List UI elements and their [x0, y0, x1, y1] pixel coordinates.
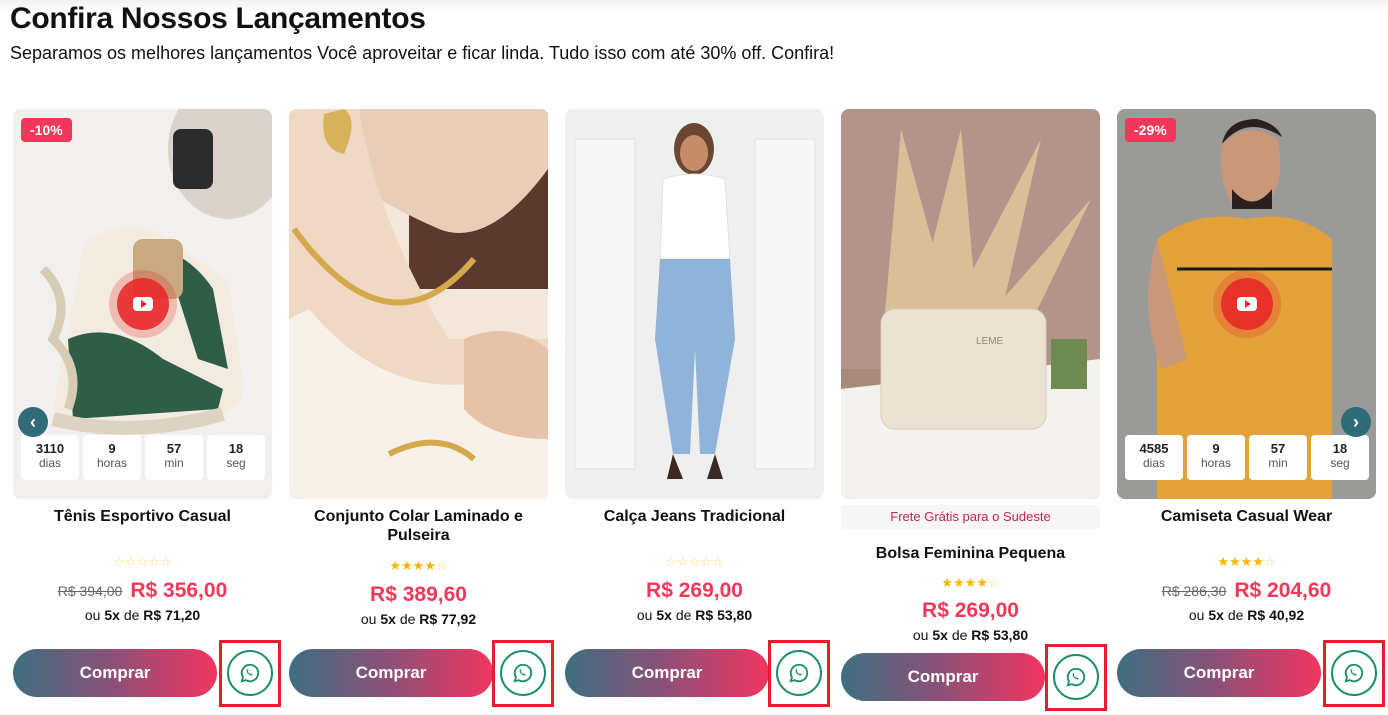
product-image[interactable]: -29% 4585 dias 9 horas 57 min 18 seg ›: [1117, 109, 1376, 499]
countdown-days: 3110 dias: [21, 435, 79, 480]
installments: ou 5x de R$ 77,92: [360, 611, 477, 627]
price-row: R$ 286,30 R$ 204,60: [1117, 579, 1376, 603]
shipping-badge: Frete Grátis para o Sudeste: [841, 505, 1100, 529]
product-name[interactable]: Conjunto Colar Laminado e Pulseira: [289, 507, 548, 545]
buy-button[interactable]: Comprar: [1117, 649, 1321, 697]
price-row: R$ 389,60: [289, 583, 548, 607]
whatsapp-highlight: [492, 640, 554, 707]
installments: ou 5x de R$ 53,80: [636, 607, 753, 623]
rating-stars: ★★★★☆: [1217, 554, 1276, 569]
discount-badge: -29%: [1125, 118, 1176, 142]
product-image[interactable]: LEME: [841, 109, 1100, 499]
whatsapp-highlight: [219, 640, 281, 707]
rating-stars: ☆☆☆☆☆: [113, 554, 172, 569]
product-card: -29% 4585 dias 9 horas 57 min 18 seg › Camis…: [1117, 109, 1385, 715]
countdown-timer: 4585 dias 9 horas 57 min 18 seg: [1125, 435, 1369, 480]
product-image[interactable]: [289, 109, 548, 499]
rating-stars: ★★★★☆: [941, 575, 1000, 590]
chevron-right-icon[interactable]: ›: [1341, 407, 1371, 437]
rating-stars: ☆☆☆☆☆: [665, 554, 724, 569]
buy-button[interactable]: Comprar: [565, 649, 769, 697]
product-name[interactable]: Tênis Esportivo Casual: [13, 507, 272, 526]
discount-badge: -10%: [21, 118, 72, 142]
installments: ou 5x de R$ 40,92: [1188, 607, 1305, 623]
play-video-icon[interactable]: [1221, 278, 1273, 330]
play-video-icon[interactable]: [117, 278, 169, 330]
rating-stars: ★★★★☆: [389, 558, 448, 573]
countdown-hours: 9 horas: [1187, 435, 1245, 480]
buy-button[interactable]: Comprar: [289, 649, 493, 697]
countdown-seconds: 18 seg: [1311, 435, 1369, 480]
whatsapp-icon[interactable]: [500, 650, 546, 696]
old-price: R$ 286,30: [1161, 583, 1227, 599]
product-card: Calça Jeans Tradicional ☆☆☆☆☆ R$ 269,00 …: [565, 109, 830, 715]
product-name[interactable]: Calça Jeans Tradicional: [565, 507, 824, 526]
installments: ou 5x de R$ 71,20: [84, 607, 201, 623]
countdown-hours: 9 horas: [83, 435, 141, 480]
product-name[interactable]: Camiseta Casual Wear: [1117, 507, 1376, 526]
current-price: R$ 269,00: [922, 599, 1019, 622]
product-card: Conjunto Colar Laminado e Pulseira ★★★★☆…: [289, 109, 554, 715]
whatsapp-icon[interactable]: [1053, 654, 1099, 700]
whatsapp-highlight: [1323, 640, 1385, 707]
whatsapp-icon[interactable]: [1331, 650, 1377, 696]
price-row: R$ 269,00: [841, 599, 1100, 623]
whatsapp-highlight: [1045, 644, 1107, 711]
price-row: R$ 269,00: [565, 579, 824, 603]
current-price: R$ 204,60: [1234, 579, 1332, 602]
product-image[interactable]: -10% 3110 dias 9 horas 57 min 18 seg ‹: [13, 109, 272, 499]
buy-button[interactable]: Comprar: [13, 649, 217, 697]
svg-text:LEME: LEME: [976, 336, 1004, 347]
whatsapp-highlight: [768, 640, 830, 707]
chevron-left-icon[interactable]: ‹: [18, 407, 48, 437]
product-name[interactable]: Bolsa Feminina Pequena: [841, 544, 1100, 563]
installments: ou 5x de R$ 53,80: [912, 627, 1029, 643]
section-title: Confira Nossos Lançamentos: [10, 2, 426, 35]
old-price: R$ 394,00: [57, 583, 123, 599]
whatsapp-icon[interactable]: [227, 650, 273, 696]
product-card: LEME Frete Grátis para o Sudeste Bolsa F…: [841, 109, 1107, 715]
current-price: R$ 269,00: [646, 579, 743, 602]
current-price: R$ 356,00: [130, 579, 228, 602]
countdown-timer: 3110 dias 9 horas 57 min 18 seg: [21, 435, 265, 480]
product-card: -10% 3110 dias 9 horas 57 min 18 seg ‹ Tênis…: [13, 109, 281, 715]
whatsapp-icon[interactable]: [776, 650, 822, 696]
countdown-seconds: 18 seg: [207, 435, 265, 480]
buy-button[interactable]: Comprar: [841, 653, 1045, 701]
countdown-days: 4585 dias: [1125, 435, 1183, 480]
current-price: R$ 389,60: [370, 583, 467, 606]
countdown-minutes: 57 min: [145, 435, 203, 480]
countdown-minutes: 57 min: [1249, 435, 1307, 480]
price-row: R$ 394,00 R$ 356,00: [13, 579, 272, 603]
product-image[interactable]: [565, 109, 824, 499]
section-subtitle: Separamos os melhores lançamentos Você a…: [10, 43, 835, 63]
